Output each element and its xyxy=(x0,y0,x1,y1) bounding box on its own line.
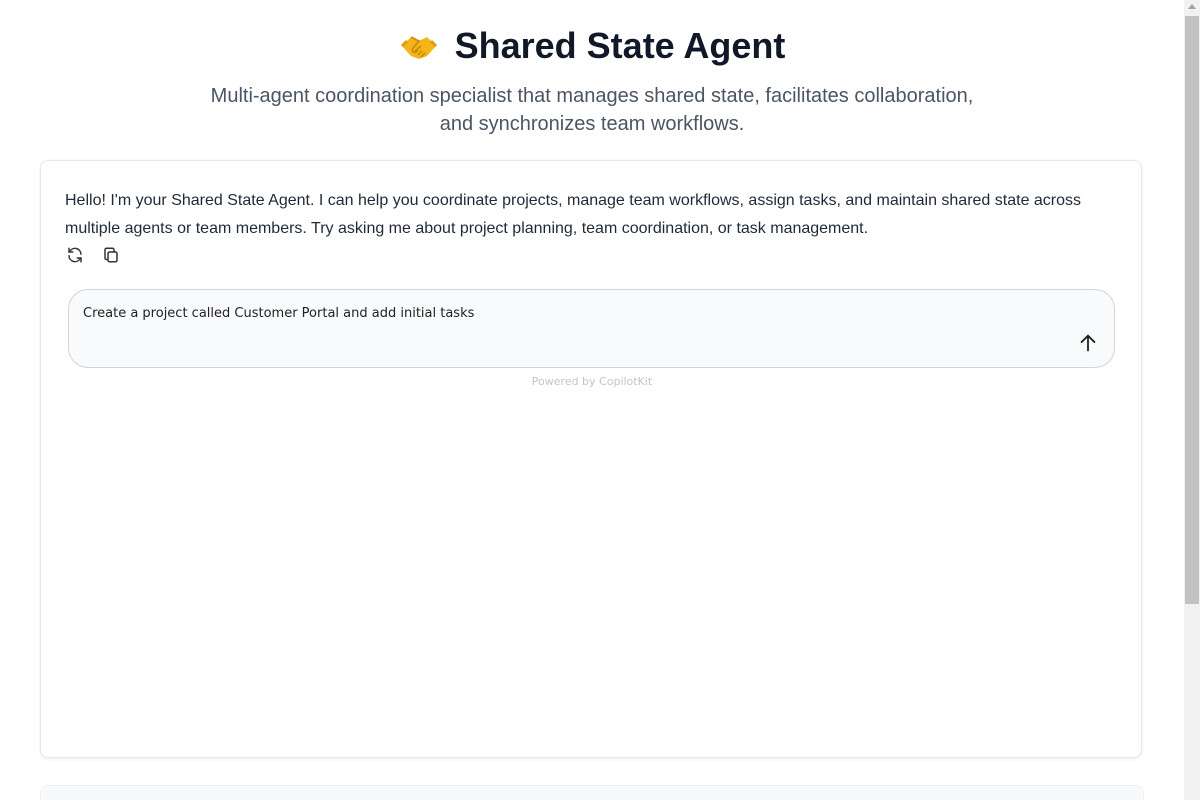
scroll-thumb[interactable] xyxy=(1185,16,1199,604)
regenerate-button[interactable] xyxy=(65,245,85,265)
assistant-message: Hello! I'm your Shared State Agent. I ca… xyxy=(65,192,1082,237)
refresh-icon xyxy=(68,247,82,263)
chat-input[interactable] xyxy=(83,306,1043,321)
message-controls xyxy=(65,245,121,265)
page: Shared State Agent Multi-agent coordinat… xyxy=(0,0,1184,800)
scrollbar[interactable] xyxy=(1184,0,1200,800)
chat-panel: Hello! I'm your Shared State Agent. I ca… xyxy=(40,160,1142,758)
header: Shared State Agent Multi-agent coordinat… xyxy=(0,0,1184,138)
powered-by-label: Powered by CopilotKit xyxy=(531,375,653,388)
bottom-panel xyxy=(40,785,1144,800)
copy-button[interactable] xyxy=(101,245,121,265)
send-button[interactable] xyxy=(1076,331,1100,355)
handshake-icon xyxy=(399,26,439,66)
page-subtitle: Multi-agent coordination specialist that… xyxy=(210,85,974,135)
arrow-up-icon xyxy=(1080,334,1096,352)
page-title: Shared State Agent xyxy=(454,25,786,66)
title-row: Shared State Agent xyxy=(0,24,1184,68)
chat-input-box xyxy=(68,289,1115,368)
copy-icon xyxy=(104,247,118,263)
scroll-up-arrow-icon[interactable] xyxy=(1188,4,1196,9)
